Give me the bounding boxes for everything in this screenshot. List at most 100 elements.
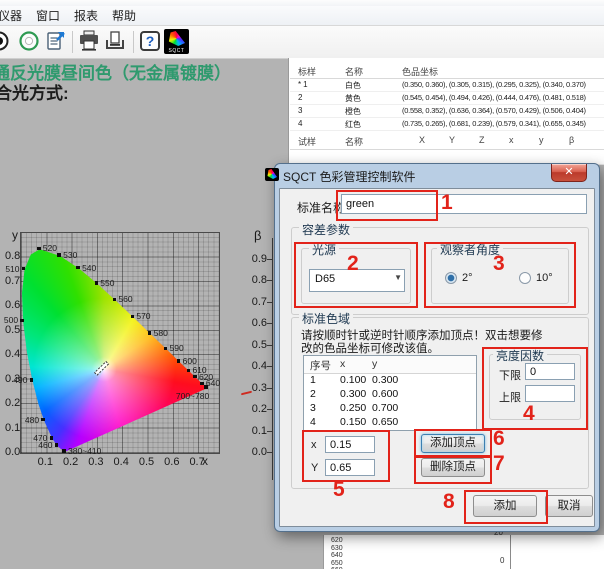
table-cell: 0.250	[340, 402, 366, 414]
table-cell: (0.558, 0.352), (0.636, 0.364), (0.570, …	[402, 106, 586, 115]
table-cell: 0.650	[372, 416, 398, 428]
beta-tick	[267, 409, 272, 410]
wavelength-label: 490	[13, 375, 27, 385]
beta-tick	[267, 259, 272, 260]
vertex-x-label: x	[311, 439, 317, 451]
wavelength-dot	[148, 331, 152, 335]
menu-item[interactable]: 仪器	[0, 5, 29, 26]
export-report-icon[interactable]	[44, 29, 68, 55]
table-row[interactable]: 4红色(0.735, 0.265), (0.681, 0.239), (0.57…	[290, 117, 604, 131]
beta-tick	[267, 323, 272, 324]
table-cell: 0.100	[340, 374, 366, 386]
menu-item[interactable]: 报表	[67, 5, 105, 26]
column-header: 试样	[298, 135, 316, 148]
beta-tick-label: 0.5	[245, 339, 267, 351]
observer-10deg-radio[interactable]: 10°	[519, 272, 553, 284]
printer-icon[interactable]	[77, 29, 101, 55]
wavelength-dot	[30, 378, 34, 382]
wavelength-label: 580	[154, 328, 168, 338]
vertex-table-header: 序号xy	[304, 356, 476, 374]
luminance-factor-label: 亮度因数	[493, 347, 547, 364]
beta-tick	[267, 431, 272, 432]
target-ring-icon[interactable]	[17, 29, 41, 55]
x-tick-label: 0.1	[34, 456, 56, 468]
wavelength-dot	[76, 266, 80, 270]
svg-text:?: ?	[146, 33, 155, 49]
vertex-row[interactable]: 10.1000.300	[304, 373, 476, 387]
wavelength-list-item: 620	[331, 537, 343, 544]
beta-tick-label: 0.3	[245, 382, 267, 394]
column-header: 名称	[345, 65, 363, 78]
sqct-logo-label: SQCT	[164, 48, 189, 54]
subtitle-light-mode: 合光方式:	[0, 79, 69, 104]
observer-2deg-radio[interactable]: 2°	[445, 272, 473, 284]
wavelength-dot	[187, 369, 191, 373]
beta-tick	[267, 366, 272, 367]
delete-vertex-button[interactable]: 删除顶点	[421, 458, 485, 477]
toolbar: ? SQCT	[0, 26, 604, 59]
y-tick-label: 0.6	[5, 299, 17, 311]
target-filled-icon[interactable]	[0, 29, 11, 55]
beta-tick	[267, 452, 272, 453]
wavelength-dot	[200, 382, 204, 386]
print-output-icon[interactable]	[103, 29, 127, 55]
x-tick-label: 0.7	[186, 456, 208, 468]
close-icon[interactable]: ✕	[551, 164, 587, 182]
menu-bar: 仪器窗口报表帮助	[0, 6, 604, 26]
add-vertex-button[interactable]: 添加顶点	[421, 434, 485, 453]
lower-limit-input[interactable]	[525, 363, 575, 380]
table-cell: 2	[298, 93, 302, 102]
table-row[interactable]: * 1白色(0.350, 0.360), (0.305, 0.315), (0.…	[290, 78, 604, 92]
x-tick-label: 0.3	[85, 456, 107, 468]
spectral-locus-fill	[21, 233, 219, 453]
table-cell: 0.600	[372, 388, 398, 400]
lower-limit-label: 下限	[499, 367, 521, 383]
beta-tick-label: 0.6	[245, 317, 267, 329]
bottom-chart-axis-line	[510, 535, 511, 569]
table-cell: 红色	[345, 119, 361, 130]
wavelength-label: 380~410	[68, 446, 101, 456]
wavelength-label: 530	[63, 250, 77, 260]
vertex-y-input[interactable]	[325, 459, 375, 476]
wavelength-dot	[193, 375, 197, 379]
table-row[interactable]: 2黄色(0.545, 0.454), (0.494, 0.426), (0.44…	[290, 91, 604, 105]
wavelength-dot	[22, 267, 26, 271]
vertex-table[interactable]: 序号xy 10.1000.30020.3000.60030.2500.70040…	[303, 355, 477, 431]
instruction-text: 改的色品坐标可修改该值。	[301, 340, 439, 356]
vertex-row[interactable]: 30.2500.700	[304, 401, 476, 415]
toolbar-separator	[133, 31, 134, 53]
vertex-x-input[interactable]	[325, 436, 375, 453]
vertex-row[interactable]: 20.3000.600	[304, 387, 476, 401]
table-cell: 4	[298, 119, 302, 128]
wavelength-label: 480	[25, 415, 39, 425]
wavelength-label: 560	[118, 294, 132, 304]
standard-name-input[interactable]	[341, 194, 587, 214]
help-icon[interactable]: ?	[138, 29, 162, 55]
cancel-button[interactable]: 取消	[545, 495, 593, 517]
wavelength-label: 640	[206, 378, 220, 388]
y-tick-label: 0.4	[5, 348, 17, 360]
wavelength-dot	[164, 347, 168, 351]
app-window: 仪器窗口报表帮助 ? SQCT 通反光膜昼间色（无金属镀膜） 合光方式: 620…	[0, 0, 604, 569]
column-header: 标样	[298, 65, 316, 78]
wavelength-dot	[20, 319, 24, 323]
sqct-dialog-icon	[265, 168, 279, 181]
y-tick-label: 0.8	[5, 250, 17, 262]
add-button[interactable]: 添加	[473, 495, 537, 517]
menu-item[interactable]: 窗口	[29, 5, 67, 26]
wavelength-dot	[95, 281, 99, 285]
wavelength-label: 510	[5, 264, 19, 274]
vertex-row[interactable]: 40.1500.650	[304, 415, 476, 429]
upper-limit-label: 上限	[499, 389, 521, 405]
standards-table-header: 标样名称色品坐标	[290, 61, 604, 79]
upper-limit-input[interactable]	[525, 385, 575, 402]
light-source-select[interactable]: D65 ▼	[309, 269, 405, 292]
samples-table-header: 试样名称XYZxyβ	[290, 131, 604, 150]
wavelength-label: 540	[82, 263, 96, 273]
table-cell: 橙色	[345, 106, 361, 117]
y-tick-label: 0.1	[5, 422, 17, 434]
table-row[interactable]: 3橙色(0.558, 0.352), (0.636, 0.364), (0.57…	[290, 104, 604, 118]
menu-item[interactable]: 帮助	[105, 5, 143, 26]
wavelength-label: 460	[38, 440, 52, 450]
sqct-logo-icon[interactable]: SQCT	[164, 29, 189, 54]
